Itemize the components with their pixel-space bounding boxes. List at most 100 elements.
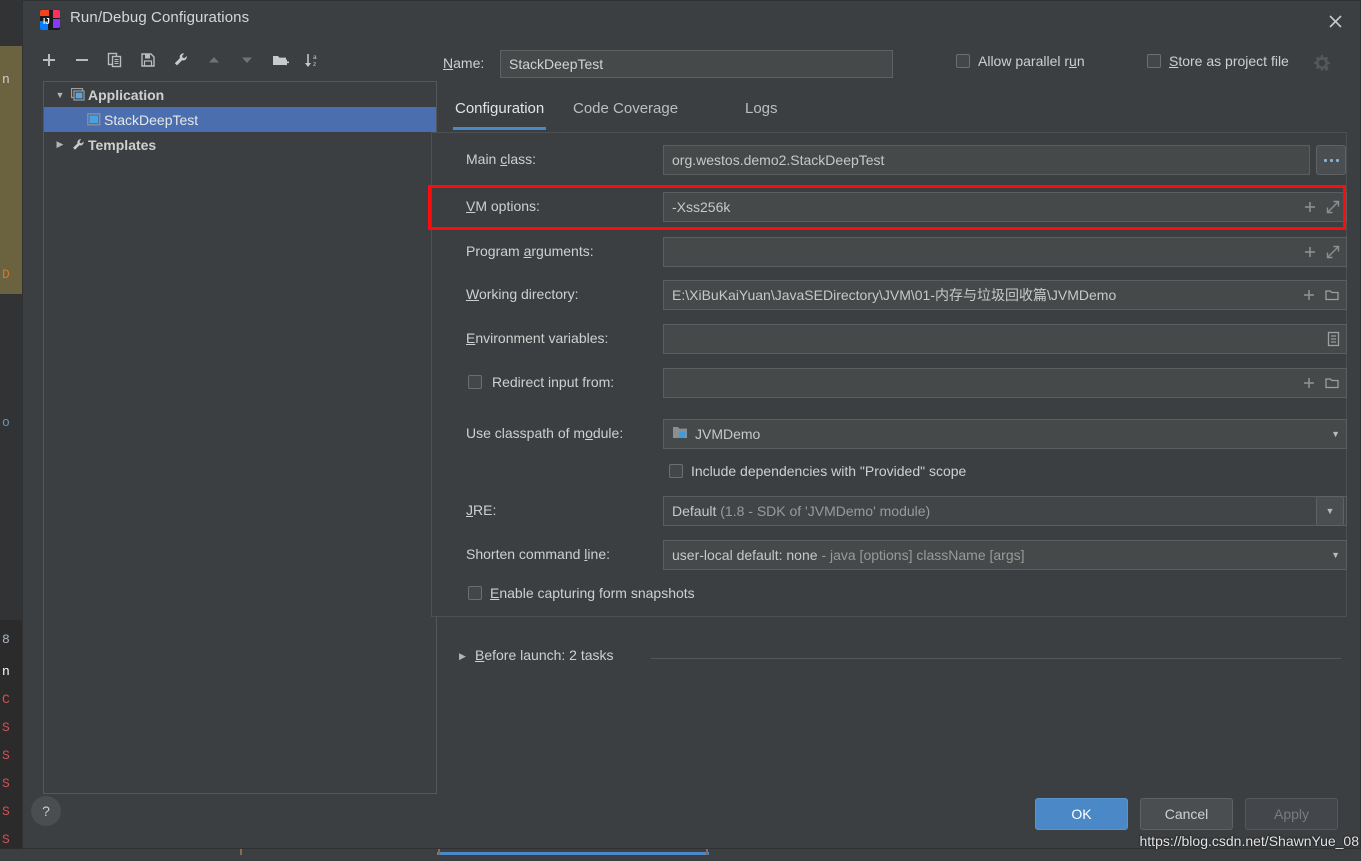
ide-code-char: n	[2, 72, 10, 87]
move-up-button[interactable]	[201, 47, 227, 73]
chevron-down-icon[interactable]: ▼	[1331, 429, 1340, 439]
tab-code-coverage[interactable]: Code Coverage	[571, 97, 680, 127]
tab-configuration[interactable]: Configuration	[453, 97, 547, 130]
svg-text:z: z	[313, 61, 316, 68]
configuration-panel: Main class: org.westos.demo2.StackDeepTe…	[431, 132, 1347, 617]
chevron-down-icon[interactable]: ▼	[1331, 550, 1340, 560]
before-launch-section[interactable]: ▶ Before launch: 2 tasks	[431, 646, 1347, 670]
redirect-input-field[interactable]	[663, 368, 1347, 398]
tree-item-stackdeeptest[interactable]: StackDeepTest	[44, 107, 436, 132]
checkbox-box	[468, 586, 482, 600]
edit-variables-icon[interactable]	[1327, 331, 1340, 347]
gear-icon[interactable]	[1313, 54, 1331, 72]
browse-main-class-button[interactable]	[1316, 145, 1346, 175]
working-directory-row: Working directory: E:\XiBuKaiYuan\JavaSE…	[432, 280, 1347, 310]
chevron-right-icon[interactable]: ▶	[459, 651, 466, 662]
main-class-value: org.westos.demo2.StackDeepTest	[672, 152, 885, 168]
use-classpath-of-module-row: Use classpath of module: JVMDemo ▼	[432, 419, 1347, 449]
program-arguments-adornments	[1297, 245, 1340, 259]
apply-button[interactable]: Apply	[1245, 798, 1338, 830]
tab-label: Configuration	[455, 100, 545, 117]
use-classpath-of-module-value: JVMDemo	[695, 426, 761, 442]
ide-tick-mark	[706, 848, 708, 855]
environment-variables-adornments	[1321, 331, 1340, 347]
jre-dropdown[interactable]: Default (1.8 - SDK of 'JVMDemo' module)	[663, 496, 1347, 526]
browse-folder-icon[interactable]	[1325, 288, 1340, 302]
ide-code-char: n	[2, 664, 10, 679]
module-dropdown-adornments: ▼	[1325, 429, 1340, 439]
ide-code-char: o	[2, 415, 10, 430]
name-input[interactable]	[500, 50, 893, 78]
remove-configuration-button[interactable]	[69, 47, 95, 73]
sort-alphabetically-button[interactable]: a z	[300, 47, 326, 73]
environment-variables-row: Environment variables:	[432, 324, 1347, 354]
chevron-down-icon: ▼	[1325, 506, 1335, 516]
dialog-title-bar: IJ Run/Debug Configurations	[23, 1, 1360, 41]
environment-variables-field[interactable]	[663, 324, 1347, 354]
program-arguments-field[interactable]	[663, 237, 1347, 267]
name-label: Name:	[443, 55, 485, 71]
shorten-command-line-value: user-local default: none	[672, 547, 818, 563]
tree-item-application[interactable]: ▼ Application	[44, 82, 436, 107]
tab-label: Logs	[745, 100, 778, 117]
ok-button[interactable]: OK	[1035, 798, 1128, 830]
ide-progress-indicator	[437, 852, 709, 855]
chevron-right-icon[interactable]: ▶	[52, 139, 68, 150]
copy-configuration-button[interactable]	[102, 47, 128, 73]
ide-tick-mark	[438, 848, 440, 855]
close-icon[interactable]	[1318, 5, 1352, 37]
shorten-command-line-row: Shorten command line: user-local default…	[432, 540, 1347, 570]
new-folder-button[interactable]	[267, 47, 293, 73]
move-down-button[interactable]	[234, 47, 260, 73]
ide-code-char: S	[2, 832, 10, 847]
chevron-down-icon[interactable]: ▼	[52, 90, 68, 100]
redirect-input-row: Redirect input from:	[432, 368, 1347, 398]
help-button[interactable]: ?	[31, 796, 61, 826]
use-classpath-of-module-dropdown[interactable]: JVMDemo ▼	[663, 419, 1347, 449]
tree-item-label: Application	[88, 86, 165, 103]
redirect-input-label: Redirect input from:	[492, 374, 615, 390]
enable-form-snapshots-checkbox[interactable]: Enable capturing form snapshots	[468, 585, 695, 601]
run-config-icon	[84, 113, 104, 126]
insert-macro-icon[interactable]	[1303, 245, 1317, 259]
store-as-project-file-checkbox[interactable]: Store as project file	[1147, 53, 1289, 69]
allow-parallel-run-checkbox[interactable]: Allow parallel run	[956, 53, 1085, 69]
shorten-command-line-adornments: ▼	[1325, 550, 1340, 560]
shorten-command-line-hint: - java [options] className [args]	[821, 547, 1025, 563]
help-icon: ?	[42, 803, 50, 819]
save-configuration-button[interactable]	[135, 47, 161, 73]
edit-templates-button[interactable]	[168, 47, 194, 73]
insert-macro-icon[interactable]	[1303, 200, 1317, 214]
svg-text:IJ: IJ	[43, 17, 50, 26]
checkbox-box	[1147, 54, 1161, 68]
store-as-project-file-label: Store as project file	[1169, 53, 1289, 69]
ide-code-char: S	[2, 776, 10, 791]
shorten-command-line-label: Shorten command line:	[466, 546, 610, 562]
configurations-tree[interactable]: ▼ Application StackDeepTest ▶ Templates	[43, 81, 437, 794]
program-arguments-row: Program arguments:	[432, 237, 1347, 267]
insert-macro-icon[interactable]	[1302, 376, 1316, 390]
environment-variables-label: Environment variables:	[466, 330, 609, 346]
include-provided-scope-checkbox[interactable]: Include dependencies with "Provided" sco…	[669, 463, 966, 479]
expand-editor-icon[interactable]	[1326, 245, 1340, 259]
ide-code-char: S	[2, 748, 10, 763]
shorten-command-line-dropdown[interactable]: user-local default: none - java [options…	[663, 540, 1347, 570]
tree-item-templates[interactable]: ▶ Templates	[44, 132, 436, 157]
add-configuration-button[interactable]	[36, 47, 62, 73]
jre-value: Default	[672, 503, 717, 519]
tab-logs[interactable]: Logs	[743, 97, 780, 127]
tree-item-label: Templates	[88, 136, 157, 153]
insert-macro-icon[interactable]	[1302, 288, 1316, 302]
module-icon	[672, 425, 688, 443]
vm-options-field[interactable]: -Xss256k	[663, 192, 1347, 222]
browse-folder-icon[interactable]	[1325, 376, 1340, 390]
redirect-input-checkbox[interactable]	[468, 375, 482, 389]
jre-label: JRE:	[466, 502, 497, 518]
jre-dropdown-button[interactable]: ▼	[1316, 496, 1344, 526]
expand-editor-icon[interactable]	[1326, 200, 1340, 214]
main-class-field[interactable]: org.westos.demo2.StackDeepTest	[663, 145, 1310, 175]
working-directory-field[interactable]: E:\XiBuKaiYuan\JavaSEDirectory\JVM\01-内存…	[663, 280, 1347, 310]
cancel-button[interactable]: Cancel	[1140, 798, 1233, 830]
ide-status-bar	[0, 848, 1361, 861]
vm-options-adornments	[1297, 200, 1340, 214]
